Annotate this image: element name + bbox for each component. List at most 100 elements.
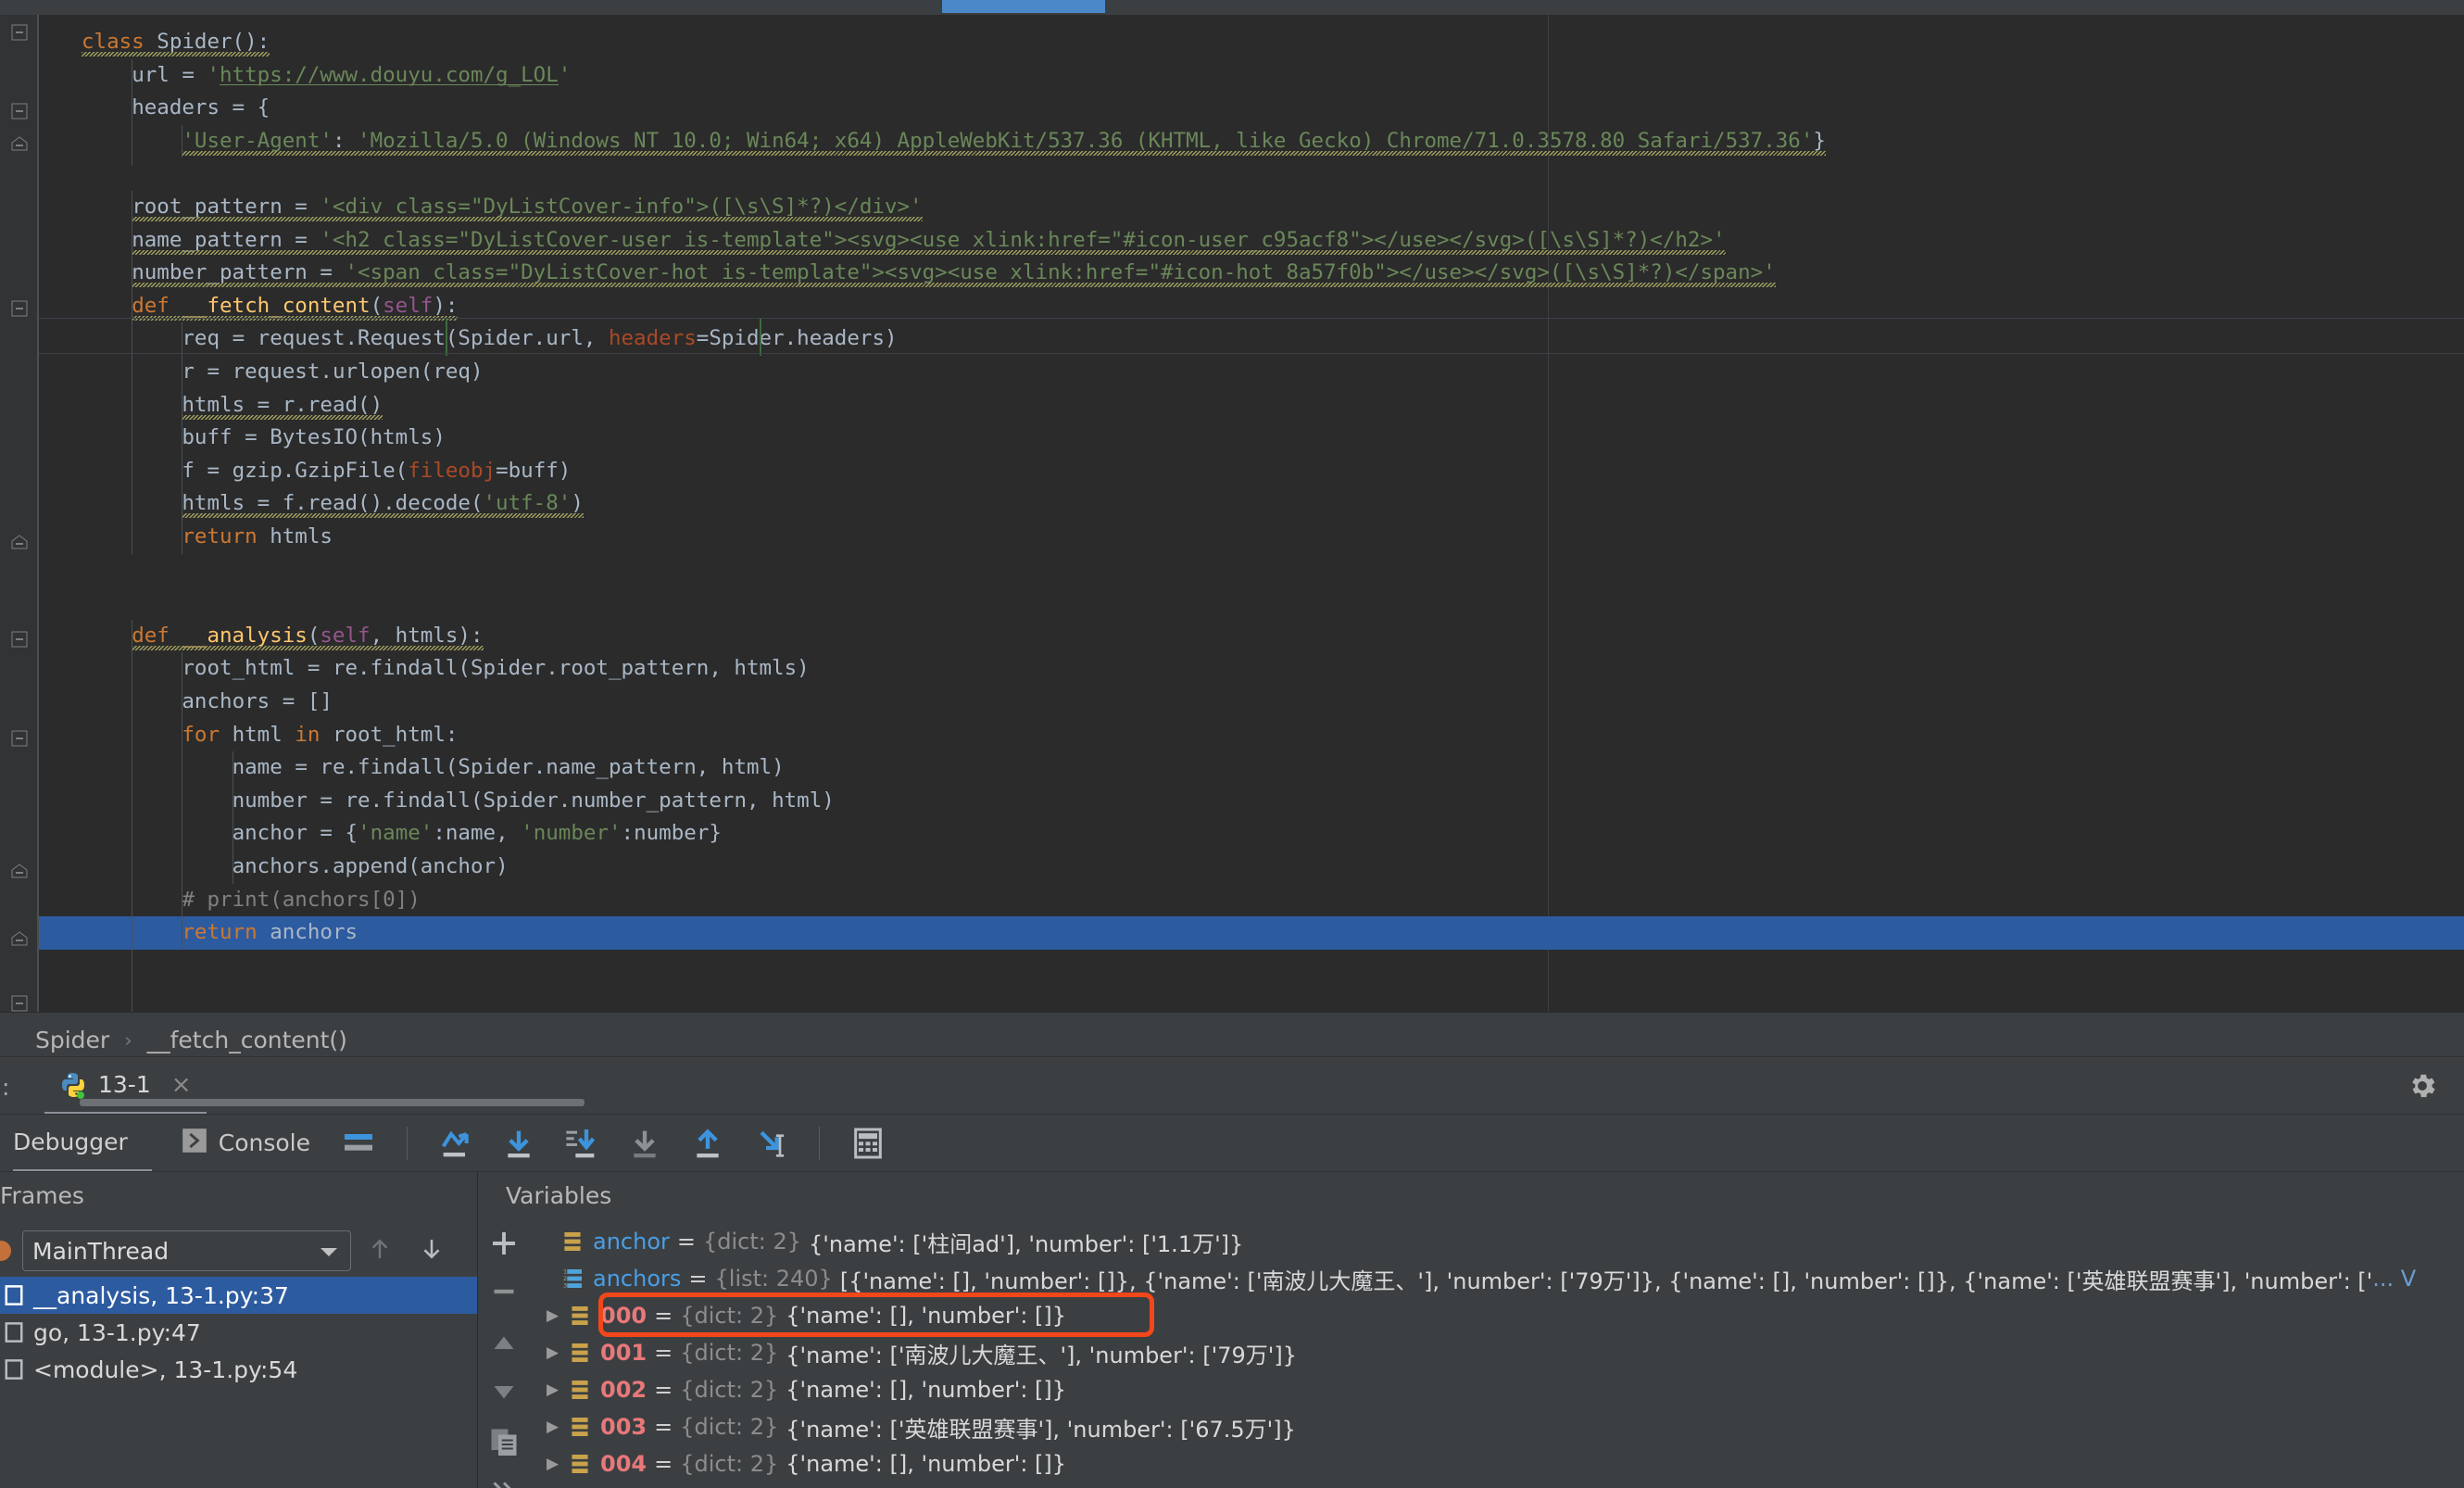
remove-watch-icon[interactable]: [487, 1275, 521, 1308]
fold-marker-refine[interactable]: [11, 995, 28, 1012]
tab-console[interactable]: Console: [165, 1115, 327, 1172]
arrow-up-icon[interactable]: [366, 1233, 394, 1268]
code-token-str: '<span class="DyListCover-hot is-templat…: [345, 260, 1776, 285]
svg-text:3: 3: [563, 1282, 567, 1290]
run-tab-label: 13-1: [98, 1071, 151, 1098]
variable-row[interactable]: anchor = {dict: 2} {'name': ['柱间ad'], 'numb…: [530, 1223, 1243, 1260]
gear-icon[interactable]: [2407, 1070, 2438, 1102]
code-line[interactable]: number = re.findall(Spider.number_patter…: [233, 785, 835, 818]
code-line[interactable]: anchors = []: [182, 686, 333, 719]
thread-dropdown[interactable]: MainThread: [22, 1230, 351, 1271]
fold-marker-loop-end[interactable]: [11, 863, 28, 879]
url-underline[interactable]: [220, 83, 559, 85]
frame-list-item[interactable]: __analysis, 13-1.py:37: [0, 1277, 477, 1314]
move-up-icon[interactable]: [487, 1327, 521, 1360]
dict-variable-icon: [571, 1415, 589, 1439]
code-token-pln: (: [370, 293, 383, 318]
frame-list-item[interactable]: go, 13-1.py:47: [0, 1314, 477, 1351]
copy-value-icon[interactable]: [487, 1425, 521, 1458]
variable-equals: =: [676, 1229, 696, 1255]
fold-marker-headers[interactable]: [11, 103, 28, 120]
fold-marker-analysis-end[interactable]: [11, 930, 28, 947]
dict-variable-icon: [571, 1452, 589, 1476]
matching-bracket-marker: [759, 319, 761, 356]
expand-arrow-icon[interactable]: ▶: [547, 1306, 571, 1325]
close-icon[interactable]: ×: [171, 1071, 192, 1099]
variable-value-more-link[interactable]: ... V: [2372, 1266, 2416, 1292]
variables-panel[interactable]: anchor = {dict: 2} {'name': ['柱间ad'], 'numb…: [530, 1219, 2464, 1488]
variable-row[interactable]: ▶ 000 = {dict: 2} {'name': [], 'number': []}: [537, 1297, 1066, 1334]
frame-icon: [4, 1320, 24, 1344]
variable-row[interactable]: ▶ 001 = {dict: 2} {'name': ['南波儿大魔王、'], 'num…: [537, 1334, 1297, 1371]
step-into-my-code-icon[interactable]: [626, 1125, 663, 1162]
variable-row[interactable]: ▶005={dict: 2}{'name': ['迷宫之道、'], 'numbe…: [537, 1482, 1274, 1488]
breadcrumb-class[interactable]: Spider: [35, 1027, 109, 1053]
inspection-squiggle: [132, 249, 1727, 255]
active-tab-indicator[interactable]: [942, 0, 1105, 13]
variable-row[interactable]: ▶ 003 = {dict: 2} {'name': ['英雄联盟赛事'], 'numb…: [537, 1408, 1296, 1445]
code-line[interactable]: for html in root_html:: [182, 719, 458, 752]
code-line[interactable]: f = gzip.GzipFile(fileobj=buff): [182, 455, 571, 488]
frame-label: go, 13-1.py:47: [33, 1318, 201, 1346]
code-line[interactable]: anchor = {'name':name, 'number':number}: [233, 817, 722, 851]
code-token-self: self: [383, 293, 434, 318]
step-into-icon[interactable]: [500, 1125, 537, 1162]
breadcrumb-method[interactable]: __fetch_content(): [147, 1027, 347, 1053]
code-token-str: 'name': [358, 821, 434, 846]
run-tab-colon: :: [2, 1074, 10, 1101]
evaluate-expression-icon[interactable]: [849, 1125, 886, 1162]
code-token-pln: root_html:: [332, 722, 459, 747]
code-line[interactable]: anchors.append(anchor): [233, 851, 509, 884]
code-token-pln: :name,: [433, 821, 522, 846]
tab-debugger[interactable]: Debugger: [13, 1115, 152, 1172]
fold-marker-class[interactable]: [11, 24, 28, 41]
frame-list-item[interactable]: <module>, 13-1.py:54: [0, 1351, 477, 1388]
add-watch-icon[interactable]: [487, 1227, 521, 1260]
code-text[interactable]: class Spider(): url = 'https://www.douyu.…: [39, 15, 2464, 1012]
variable-row[interactable]: ▶ 002 = {dict: 2} {'name': [], 'number': []}: [537, 1371, 1066, 1408]
expand-arrow-icon[interactable]: ▶: [547, 1343, 571, 1362]
fold-marker-analysis[interactable]: [11, 631, 28, 648]
fold-marker-fetch-content[interactable]: [11, 300, 28, 317]
expand-arrow-icon[interactable]: ▶: [547, 1381, 571, 1399]
variable-row[interactable]: ▶ 004 = {dict: 2} {'name': [], 'number': []}: [537, 1445, 1066, 1482]
code-line[interactable]: url = 'https://www.douyu.com/g_LOL': [132, 59, 571, 93]
expand-more-icon[interactable]: [487, 1473, 521, 1488]
code-token-pln: r = request.urlopen(req): [182, 359, 484, 384]
variable-value: [{'name': [], 'number': []}, {'name': ['…: [839, 1267, 2373, 1294]
code-token-prm: fileobj: [408, 458, 497, 483]
force-step-into-icon[interactable]: [563, 1125, 600, 1162]
move-down-icon[interactable]: [487, 1375, 521, 1408]
fold-marker-for-loop[interactable]: [11, 730, 28, 747]
code-token-pln: =buff): [496, 458, 572, 483]
run-to-cursor-icon[interactable]: [752, 1125, 789, 1162]
variable-row[interactable]: 1 2 3 anchors = {list: 240} [{'name': [], 'num…: [530, 1260, 2416, 1297]
code-line[interactable]: req = request.Request(Spider.url, header…: [182, 322, 897, 356]
code-line[interactable]: headers = {: [132, 92, 270, 125]
arrow-down-icon[interactable]: [418, 1233, 446, 1268]
fold-marker-dict-end[interactable]: [11, 135, 28, 152]
mute-breakpoints-icon[interactable]: [340, 1125, 377, 1162]
code-token-pln: , htmls):: [370, 623, 484, 648]
code-editor[interactable]: class Spider(): url = 'https://www.douyu.…: [0, 15, 2464, 1012]
code-line[interactable]: buff = BytesIO(htmls): [182, 422, 445, 455]
variable-value: {'name': [], 'number': []}: [786, 1377, 1067, 1403]
step-over-icon[interactable]: [437, 1125, 474, 1162]
variables-panel-header: Variables: [478, 1171, 2464, 1219]
frames-panel[interactable]: MainThread __analysis, 13-1.py:37 go, 13-…: [0, 1219, 477, 1488]
code-line[interactable]: r = request.urlopen(req): [182, 356, 483, 389]
thread-selector-row[interactable]: MainThread: [0, 1229, 468, 1273]
code-line[interactable]: name = re.findall(Spider.name_pattern, h…: [233, 751, 785, 785]
code-line[interactable]: # print(anchors[0]): [182, 884, 420, 917]
expand-arrow-icon[interactable]: ▶: [547, 1455, 571, 1473]
code-line[interactable]: return anchors: [182, 916, 358, 950]
variable-value: {'name': ['英雄联盟赛事'], 'number': ['67.5万']…: [786, 1416, 1296, 1443]
code-token-pln: root_pattern =: [132, 195, 321, 219]
code-token-kw: for: [182, 722, 233, 747]
run-tab-scrollbar[interactable]: [80, 1099, 585, 1106]
fold-marker-fetch-end[interactable]: [11, 534, 28, 550]
expand-arrow-icon[interactable]: ▶: [547, 1418, 571, 1436]
step-out-icon[interactable]: [689, 1125, 726, 1162]
code-line[interactable]: root_html = re.findall(Spider.root_patte…: [182, 652, 809, 686]
code-line[interactable]: return htmls: [182, 521, 333, 554]
